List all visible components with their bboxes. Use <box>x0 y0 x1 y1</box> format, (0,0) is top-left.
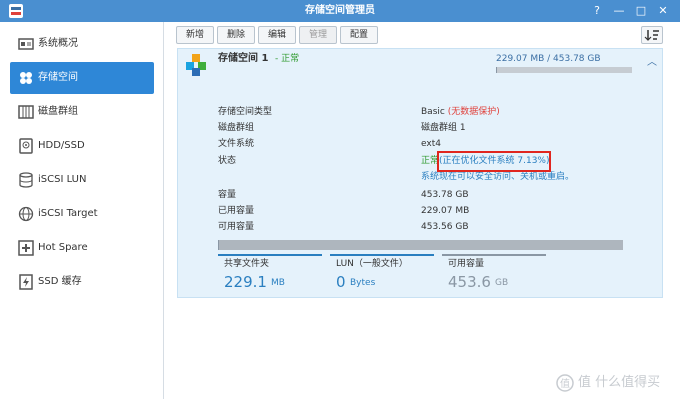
sidebar-item-label: iSCSI Target <box>38 208 98 219</box>
edit-button[interactable]: 编辑 <box>258 26 296 44</box>
configure-button[interactable]: 配置 <box>340 26 378 44</box>
stat-value: 229.1 <box>224 273 267 291</box>
main-content: 新增 删除 编辑 管理 配置 存储空间 1 - 正常 229.07 MB / 4… <box>165 22 680 399</box>
svg-text:值: 值 <box>560 377 570 390</box>
sidebar-item-disk-group[interactable]: 磁盘群组 <box>10 96 154 128</box>
stat-line <box>442 254 546 256</box>
sidebar-item-label: SSD 缓存 <box>38 276 82 287</box>
stat-label: 共享文件夹 <box>224 259 270 269</box>
stat-line <box>218 254 322 256</box>
stat-label: 可用容量 <box>448 259 485 269</box>
help-icon[interactable]: ? <box>588 2 606 20</box>
used-label: 已用容量 <box>218 206 255 216</box>
disk-group-label: 磁盘群组 <box>218 123 255 133</box>
hdd-icon <box>19 138 33 154</box>
volume-usage-fill <box>496 67 497 73</box>
sidebar-item-hdd-ssd[interactable]: HDD/SSD <box>10 130 154 162</box>
volume-name: 存储空间 1 <box>218 53 269 64</box>
stat-label: LUN（一般文件） <box>336 259 408 269</box>
ssd-cache-icon <box>19 274 33 290</box>
sidebar-item-iscsi-target[interactable]: iSCSI Target <box>10 198 154 230</box>
sidebar-item-ssd-cache[interactable]: SSD 缓存 <box>10 266 154 298</box>
capacity-used-fill <box>218 240 219 250</box>
minimize-icon[interactable]: — <box>610 2 628 20</box>
volume-usage-bar <box>496 67 632 73</box>
watermark: 值 值 什么值得买 <box>556 372 676 394</box>
new-button[interactable]: 新增 <box>176 26 214 44</box>
volume-status: - 正常 <box>275 54 300 64</box>
volume-type-text: Basic <box>421 107 445 117</box>
watermark-logo-icon: 值 <box>556 374 574 392</box>
volume-type-value: Basic (无数据保护) <box>421 106 500 118</box>
stat-value: 453.6 <box>448 273 491 291</box>
status-label: 状态 <box>218 156 237 166</box>
stat-unit: Bytes <box>350 278 376 288</box>
volume-panel: 存储空间 1 - 正常 229.07 MB / 453.78 GB ︿ 存储空间… <box>177 48 663 298</box>
window-titlebar: 存储空间管理员 ? — □ ✕ <box>0 0 680 22</box>
stat-unit: MB <box>271 278 285 288</box>
used-value: 229.07 MB <box>421 206 470 216</box>
iscsi-lun-icon <box>19 172 33 188</box>
manage-button[interactable]: 管理 <box>299 26 337 44</box>
sidebar-item-label: 存储空间 <box>38 72 78 83</box>
volume-type-label: 存储空间类型 <box>218 107 273 117</box>
capacity-bar <box>218 240 623 250</box>
available-value: 453.56 GB <box>421 222 469 232</box>
delete-button[interactable]: 删除 <box>217 26 255 44</box>
volume-cubes-icon <box>186 54 206 76</box>
watermark-text: 值 什么值得买 <box>578 375 661 390</box>
iscsi-target-icon <box>18 206 34 222</box>
sidebar-item-iscsi-lun[interactable]: iSCSI LUN <box>10 164 154 196</box>
filesystem-value: ext4 <box>421 139 441 149</box>
sort-icon <box>644 30 659 41</box>
sidebar-item-overview[interactable]: 系统概况 <box>10 28 154 60</box>
volume-usage-text: 229.07 MB / 453.78 GB <box>496 54 601 64</box>
capacity-value: 453.78 GB <box>421 190 469 200</box>
overview-icon <box>18 38 34 50</box>
sidebar-item-label: HDD/SSD <box>38 140 85 151</box>
stat-line <box>330 254 434 256</box>
sidebar-item-volume[interactable]: 存储空间 <box>10 62 154 94</box>
sort-button[interactable] <box>641 26 663 44</box>
sidebar: 系统概况 存储空间 磁盘群组 HDD/SSD iSCSI LUN iSCSI T… <box>0 22 164 399</box>
status-hint: 系统现在可以安全访问、关机或重启。 <box>421 172 575 182</box>
stat-unit: GB <box>495 278 509 288</box>
stat-value: 0 <box>336 273 346 291</box>
maximize-icon[interactable]: □ <box>632 2 650 20</box>
close-icon[interactable]: ✕ <box>654 2 672 20</box>
sidebar-item-hot-spare[interactable]: Hot Spare <box>10 232 154 264</box>
disk-group-value: 磁盘群组 1 <box>421 123 466 133</box>
capacity-label: 容量 <box>218 190 237 200</box>
collapse-chevron-icon[interactable]: ︿ <box>646 57 658 69</box>
window-title: 存储空间管理员 <box>305 5 375 16</box>
filesystem-label: 文件系统 <box>218 139 255 149</box>
disk-group-icon <box>18 105 34 119</box>
sidebar-item-label: 磁盘群组 <box>38 106 78 117</box>
hot-spare-icon <box>18 240 34 256</box>
available-label: 可用容量 <box>218 222 255 232</box>
volume-type-note: (无数据保护) <box>447 107 500 117</box>
sidebar-item-label: 系统概况 <box>38 38 78 49</box>
sidebar-item-label: Hot Spare <box>38 242 88 253</box>
volume-icon <box>20 72 32 84</box>
highlight-box <box>437 151 551 172</box>
sidebar-item-label: iSCSI LUN <box>38 174 87 185</box>
